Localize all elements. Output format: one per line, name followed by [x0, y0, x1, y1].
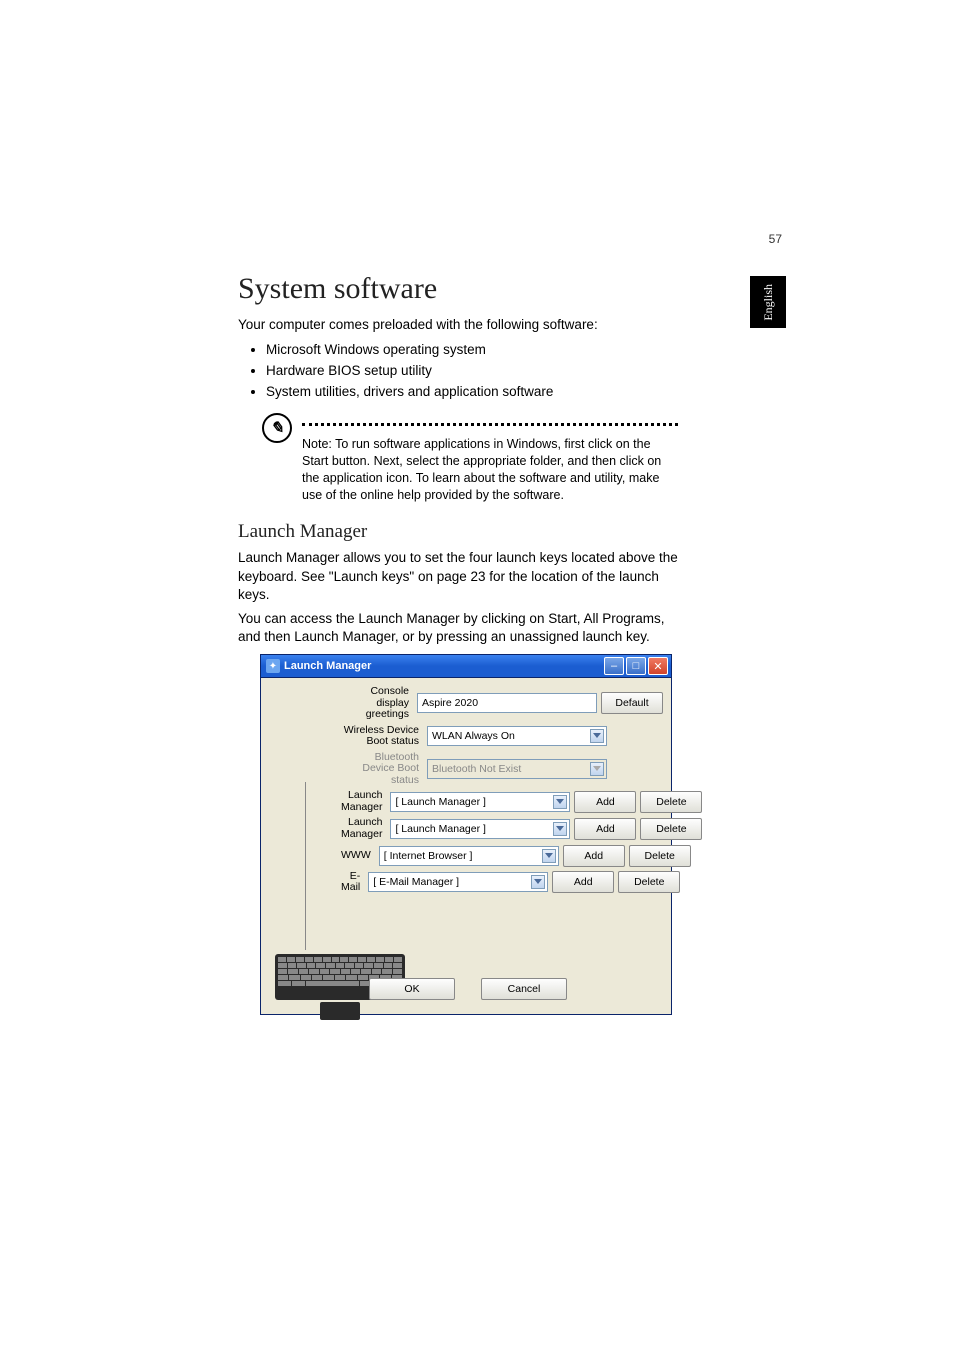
chevron-down-icon: [545, 853, 553, 858]
paragraph: Launch Manager allows you to set the fou…: [238, 549, 678, 604]
chevron-down-icon: [534, 879, 542, 884]
launch2-dropdown[interactable]: [ Launch Manager ]: [390, 819, 570, 839]
page-number: 57: [769, 232, 782, 246]
launch1-label: Launch Manager: [341, 790, 390, 813]
launch2-value: [ Launch Manager ]: [395, 823, 485, 835]
software-bullet-list: Microsoft Windows operating system Hardw…: [238, 340, 678, 403]
add-button[interactable]: Add: [563, 845, 625, 867]
window-title: Launch Manager: [284, 660, 371, 672]
delete-button[interactable]: Delete: [640, 818, 702, 840]
chevron-down-icon: [556, 799, 564, 804]
delete-button[interactable]: Delete: [640, 791, 702, 813]
window-titlebar[interactable]: ✦ Launch Manager – □ ✕: [261, 655, 671, 678]
bluetooth-label: Bluetooth Device Boot status: [341, 752, 427, 787]
add-button[interactable]: Add: [574, 791, 636, 813]
wlan-label: Wireless Device Boot status: [341, 725, 427, 748]
note-block: ✎ Note: To run software applications in …: [238, 413, 678, 504]
bullet-item: Hardware BIOS setup utility: [266, 361, 678, 382]
www-dropdown[interactable]: [ Internet Browser ]: [379, 846, 559, 866]
launch2-label: Launch Manager: [341, 817, 390, 840]
note-text: Note: To run software applications in Wi…: [302, 436, 678, 504]
www-label: WWW: [341, 850, 379, 862]
email-label: E-Mail: [341, 871, 368, 894]
email-dropdown[interactable]: [ E-Mail Manager ]: [368, 872, 548, 892]
default-button[interactable]: Default: [601, 692, 663, 714]
delete-button[interactable]: Delete: [629, 845, 691, 867]
delete-button[interactable]: Delete: [618, 871, 680, 893]
heading-system-software: System software: [238, 272, 678, 306]
cancel-button[interactable]: Cancel: [481, 978, 567, 1000]
close-button[interactable]: ✕: [648, 657, 668, 675]
key-indicator-column: [275, 738, 339, 998]
launch1-value: [ Launch Manager ]: [395, 796, 485, 808]
note-icon: ✎: [262, 413, 292, 443]
chevron-down-icon: [593, 766, 601, 771]
maximize-button[interactable]: □: [626, 657, 646, 675]
note-divider: [302, 413, 678, 426]
language-tab-label: English: [761, 284, 776, 321]
add-button[interactable]: Add: [552, 871, 614, 893]
chevron-down-icon: [593, 733, 601, 738]
language-tab: English: [750, 276, 786, 328]
wlan-dropdown[interactable]: WLAN Always On: [427, 726, 607, 746]
greetings-label: Console display greetings: [341, 686, 417, 721]
launch1-dropdown[interactable]: [ Launch Manager ]: [390, 792, 570, 812]
add-button[interactable]: Add: [574, 818, 636, 840]
greetings-input[interactable]: Aspire 2020: [417, 693, 597, 713]
www-value: [ Internet Browser ]: [384, 850, 473, 862]
bluetooth-dropdown: Bluetooth Not Exist: [427, 759, 607, 779]
subheading-launch-manager: Launch Manager: [238, 521, 678, 543]
email-value: [ E-Mail Manager ]: [373, 876, 459, 888]
chevron-down-icon: [556, 826, 564, 831]
paragraph: You can access the Launch Manager by cli…: [238, 610, 678, 646]
bluetooth-value: Bluetooth Not Exist: [432, 763, 521, 775]
app-icon: ✦: [266, 659, 280, 673]
intro-paragraph: Your computer comes preloaded with the f…: [238, 316, 678, 334]
ok-button[interactable]: OK: [369, 978, 455, 1000]
launch-manager-window: ✦ Launch Manager – □ ✕: [260, 654, 672, 1015]
minimize-button[interactable]: –: [604, 657, 624, 675]
bullet-item: System utilities, drivers and applicatio…: [266, 382, 678, 403]
bullet-item: Microsoft Windows operating system: [266, 340, 678, 361]
wlan-value: WLAN Always On: [432, 730, 515, 742]
